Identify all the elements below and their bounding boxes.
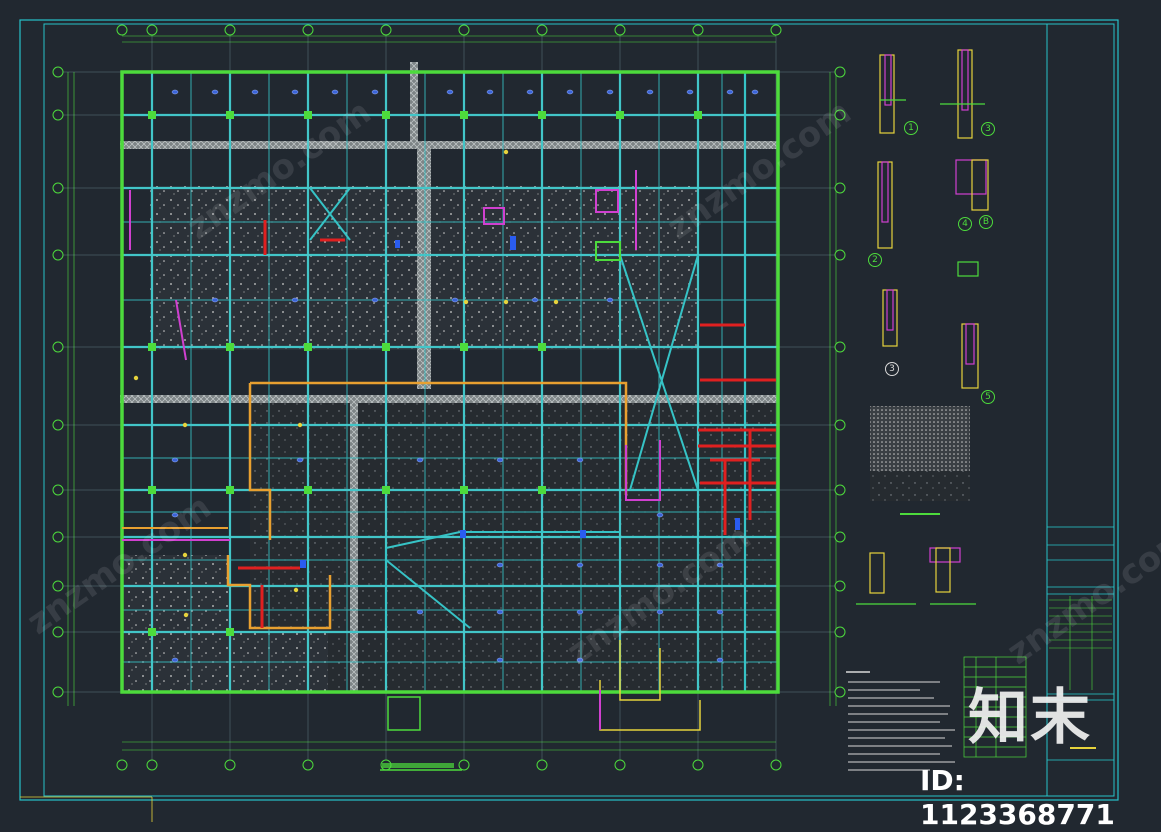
detail-marker-3b: 3 xyxy=(885,362,899,376)
detail-marker-2: 2 xyxy=(868,253,882,267)
detail-marker-3: 3 xyxy=(981,122,995,136)
detail-marker-5: 5 xyxy=(981,390,995,404)
general-notes xyxy=(846,671,955,771)
detail-marker-4: 4 xyxy=(958,217,972,231)
detail-marker-1: 1 xyxy=(904,121,918,135)
detail-marker-b: B xyxy=(979,215,993,229)
detail-sections xyxy=(856,49,989,605)
plan-title-bar xyxy=(380,763,462,771)
watermark-brand: 知末 xyxy=(968,683,1092,753)
